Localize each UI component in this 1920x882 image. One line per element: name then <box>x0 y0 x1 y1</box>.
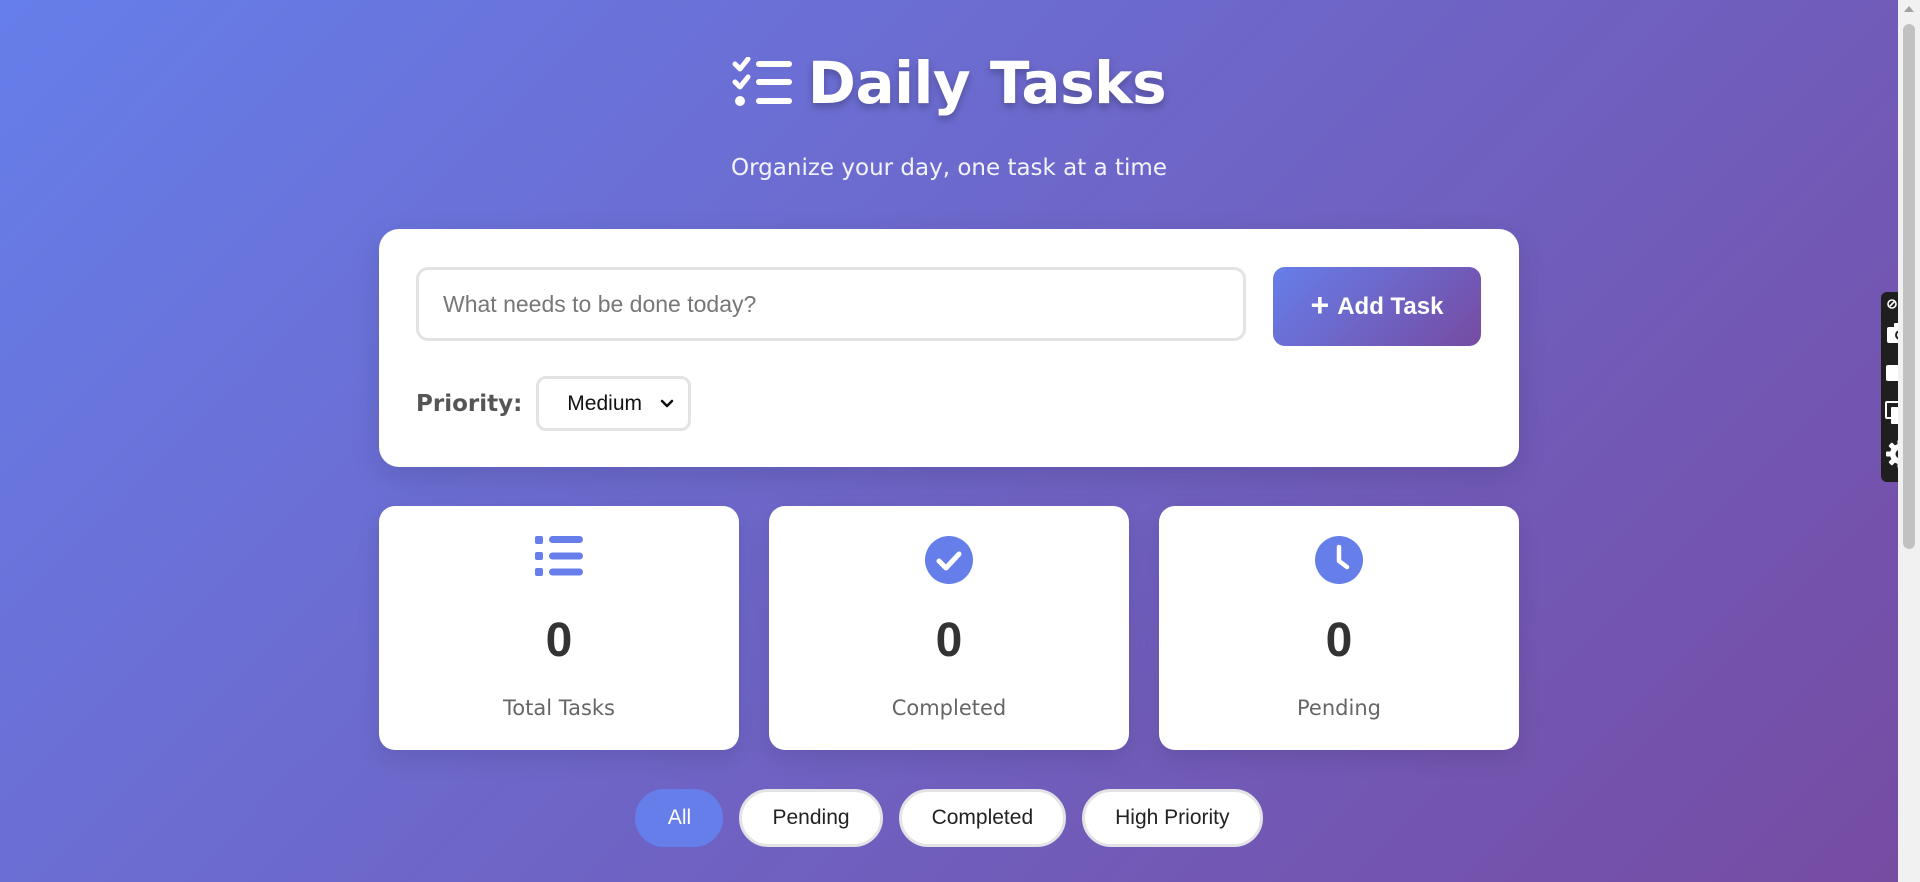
plus-icon: + <box>1310 287 1330 323</box>
page-title: Daily Tasks <box>807 49 1167 117</box>
stat-card-pending: 0 Pending <box>1159 506 1519 750</box>
stat-card-total: 0 Total Tasks <box>379 506 739 750</box>
list-icon <box>379 536 739 578</box>
filter-pending-button[interactable]: Pending <box>739 789 883 847</box>
filter-completed-button[interactable]: Completed <box>898 789 1067 847</box>
stat-value-pending: 0 <box>1325 614 1353 667</box>
stat-label-pending: Pending <box>1297 696 1381 720</box>
app-root: Daily Tasks Organize your day, one task … <box>0 0 1898 882</box>
check-circle-icon <box>769 536 1129 584</box>
stat-label-total: Total Tasks <box>503 696 615 720</box>
add-task-button[interactable]: + Add Task <box>1273 267 1481 346</box>
stat-value-total: 0 <box>545 614 573 667</box>
clock-icon <box>1159 536 1519 584</box>
filter-high-priority-button[interactable]: High Priority <box>1082 789 1263 847</box>
scroll-up-arrow-icon[interactable] <box>1898 0 1920 18</box>
tasks-list-icon <box>732 57 794 109</box>
priority-row: Priority: Medium <box>416 376 692 431</box>
filter-all-button[interactable]: All <box>635 789 724 847</box>
priority-selected-value: Medium <box>567 391 642 415</box>
vertical-scrollbar[interactable] <box>1898 0 1920 882</box>
stat-value-completed: 0 <box>935 614 963 667</box>
stat-label-completed: Completed <box>891 696 1007 720</box>
scrollbar-thumb[interactable] <box>1903 24 1915 549</box>
task-input[interactable] <box>416 267 1246 341</box>
header: Daily Tasks Organize your day, one task … <box>0 45 1898 181</box>
priority-select[interactable]: Medium <box>536 376 692 431</box>
title-row: Daily Tasks <box>0 45 1898 121</box>
add-task-card: + Add Task Priority: Medium <box>379 229 1519 467</box>
add-task-button-label: Add Task <box>1337 292 1444 320</box>
priority-label: Priority: <box>416 390 523 417</box>
filter-bar: All Pending Completed High Priority <box>0 789 1898 847</box>
page-subtitle: Organize your day, one task at a time <box>731 155 1167 181</box>
chevron-down-icon <box>660 399 674 409</box>
stat-card-completed: 0 Completed <box>769 506 1129 750</box>
